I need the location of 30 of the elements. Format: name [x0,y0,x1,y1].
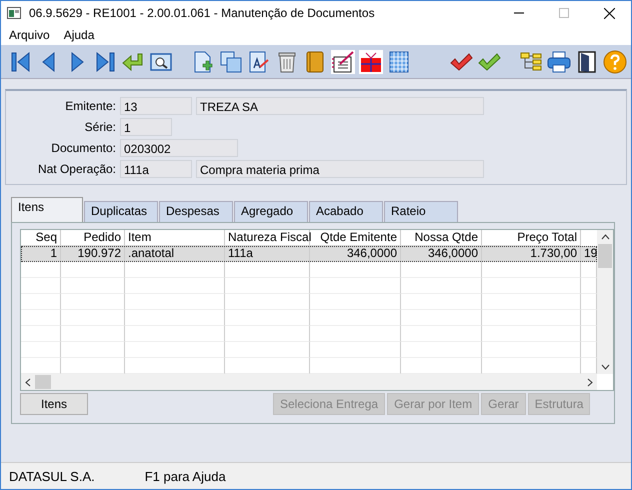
field-label: Nat Operação: [36,162,116,176]
code-field[interactable]: 1 [120,118,172,136]
field-label: Emitente: [64,99,116,113]
code-field[interactable]: 13 [120,97,192,115]
tab[interactable]: Duplicatas [84,201,158,222]
table-cell: 1.730,00 [482,246,581,262]
menu-item[interactable]: Ajuda [64,28,94,42]
table-cell: .anatotal [125,246,225,262]
menu-item[interactable]: Arquivo [9,28,50,42]
tab[interactable]: Acabado [309,201,383,222]
description-field[interactable]: Compra materia prima [196,160,484,178]
table-cell: 346,0000 [401,246,482,262]
code-field[interactable]: 0203002 [120,139,238,157]
tab[interactable]: Itens [11,197,83,222]
tab[interactable]: Agregado [234,201,308,222]
action-button[interactable]: Itens [20,393,88,415]
status-text: DATASUL S.A. [9,468,95,484]
status-text: F1 para Ajuda [144,468,226,484]
field-label: Série: [84,120,116,134]
table-cell: 1 [21,246,61,262]
table-cell: 346,0000 [310,246,401,262]
table-cell: 111a [225,246,310,262]
tab[interactable]: Rateio [384,201,458,222]
window-title: 06.9.5629 - RE1001 - 2.00.01.061 - Manutenção de Documentos [29,6,375,20]
code-field[interactable]: 111a [120,160,192,178]
description-field[interactable]: TREZA SA [196,97,484,115]
table-cell: 190.972 [61,246,125,262]
tab[interactable]: Despesas [159,201,233,222]
field-label: Documento: [50,141,116,155]
table-row[interactable]: 1 190.972 .anatotal 111a 346,0000 346,0000 1.730,00 19 [21,246,597,262]
